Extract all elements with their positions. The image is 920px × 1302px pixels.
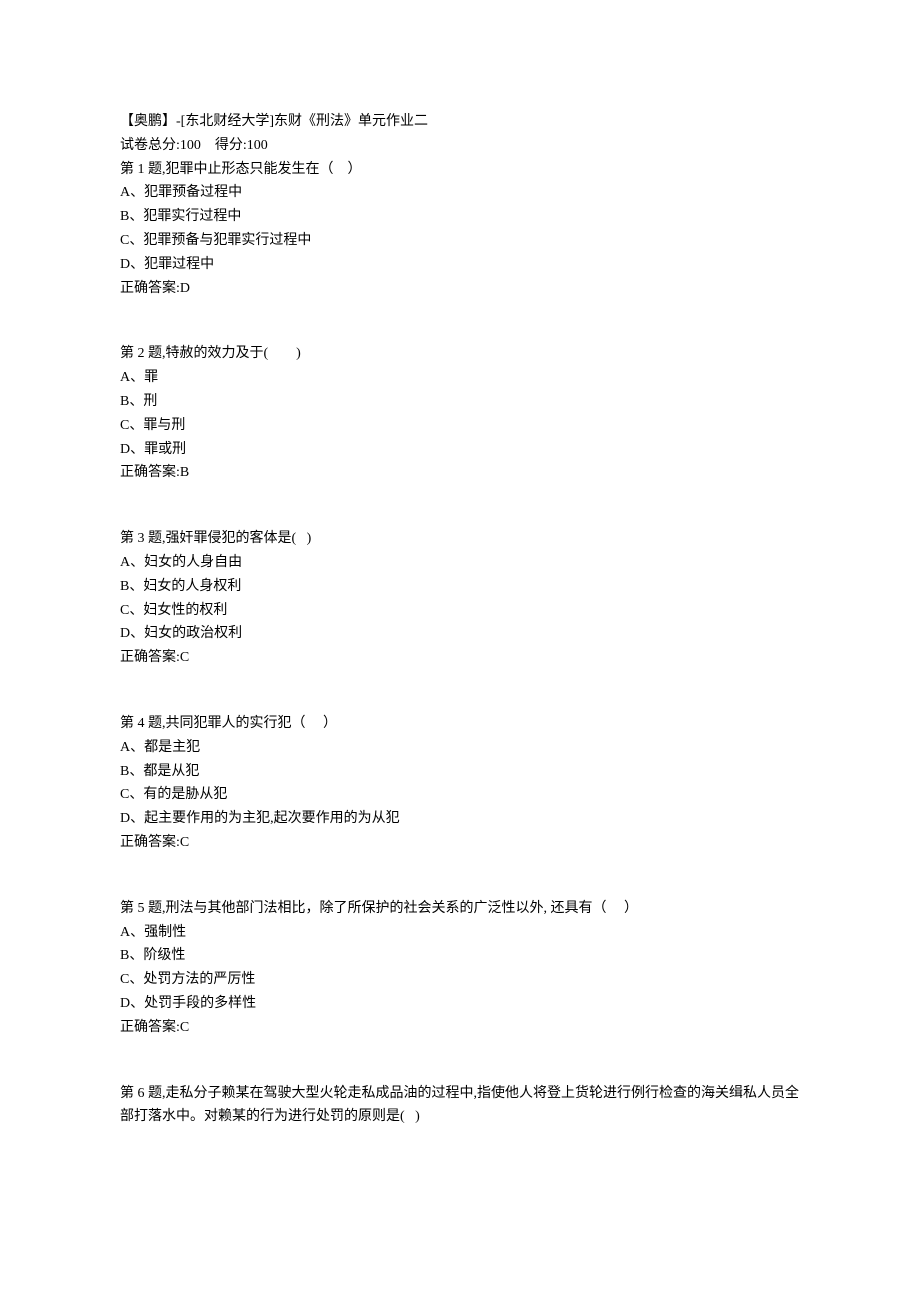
document-page: 【奥鹏】-[东北财经大学]东财《刑法》单元作业二 试卷总分:100 得分:100… <box>0 0 920 1189</box>
question-option: B、阶级性 <box>120 944 800 968</box>
score-line: 试卷总分:100 得分:100 <box>120 134 800 158</box>
question-option: C、罪与刑 <box>120 414 800 438</box>
question-stem: 第 5 题,刑法与其他部门法相比，除了所保护的社会关系的广泛性以外, 还具有（ … <box>120 897 800 921</box>
question-option: D、起主要作用的为主犯,起次要作用的为从犯 <box>120 807 800 831</box>
question-option: B、犯罪实行过程中 <box>120 205 800 229</box>
question-option: C、犯罪预备与犯罪实行过程中 <box>120 229 800 253</box>
question-block: 第 2 题,特赦的效力及于( ) A、罪 B、刑 C、罪与刑 D、罪或刑 正确答… <box>120 342 800 485</box>
question-block: 第 5 题,刑法与其他部门法相比，除了所保护的社会关系的广泛性以外, 还具有（ … <box>120 897 800 1040</box>
question-stem: 第 4 题,共同犯罪人的实行犯（ ） <box>120 712 800 736</box>
question-option: A、都是主犯 <box>120 736 800 760</box>
question-option: C、处罚方法的严厉性 <box>120 968 800 992</box>
question-option: D、罪或刑 <box>120 438 800 462</box>
question-option: D、妇女的政治权利 <box>120 622 800 646</box>
question-stem: 第 6 题,走私分子赖某在驾驶大型火轮走私成品油的过程中,指使他人将登上货轮进行… <box>120 1082 800 1130</box>
question-stem: 第 1 题,犯罪中止形态只能发生在（ ） <box>120 158 800 182</box>
question-block: 第 3 题,强奸罪侵犯的客体是( ) A、妇女的人身自由 B、妇女的人身权利 C… <box>120 527 800 670</box>
question-option: C、有的是胁从犯 <box>120 783 800 807</box>
question-option: B、都是从犯 <box>120 760 800 784</box>
question-answer: 正确答案:C <box>120 1016 800 1040</box>
question-option: B、刑 <box>120 390 800 414</box>
question-block: 第 6 题,走私分子赖某在驾驶大型火轮走私成品油的过程中,指使他人将登上货轮进行… <box>120 1082 800 1130</box>
doc-title: 【奥鹏】-[东北财经大学]东财《刑法》单元作业二 <box>120 110 800 134</box>
question-stem: 第 3 题,强奸罪侵犯的客体是( ) <box>120 527 800 551</box>
question-answer: 正确答案:B <box>120 461 800 485</box>
question-stem: 第 2 题,特赦的效力及于( ) <box>120 342 800 366</box>
question-answer: 正确答案:C <box>120 646 800 670</box>
question-option: D、处罚手段的多样性 <box>120 992 800 1016</box>
question-option: A、罪 <box>120 366 800 390</box>
question-answer: 正确答案:D <box>120 277 800 301</box>
question-option: D、犯罪过程中 <box>120 253 800 277</box>
question-option: A、妇女的人身自由 <box>120 551 800 575</box>
header-block: 【奥鹏】-[东北财经大学]东财《刑法》单元作业二 试卷总分:100 得分:100… <box>120 110 800 300</box>
question-option: A、犯罪预备过程中 <box>120 181 800 205</box>
question-option: B、妇女的人身权利 <box>120 575 800 599</box>
question-option: C、妇女性的权利 <box>120 599 800 623</box>
question-block: 第 4 题,共同犯罪人的实行犯（ ） A、都是主犯 B、都是从犯 C、有的是胁从… <box>120 712 800 855</box>
question-answer: 正确答案:C <box>120 831 800 855</box>
question-option: A、强制性 <box>120 921 800 945</box>
